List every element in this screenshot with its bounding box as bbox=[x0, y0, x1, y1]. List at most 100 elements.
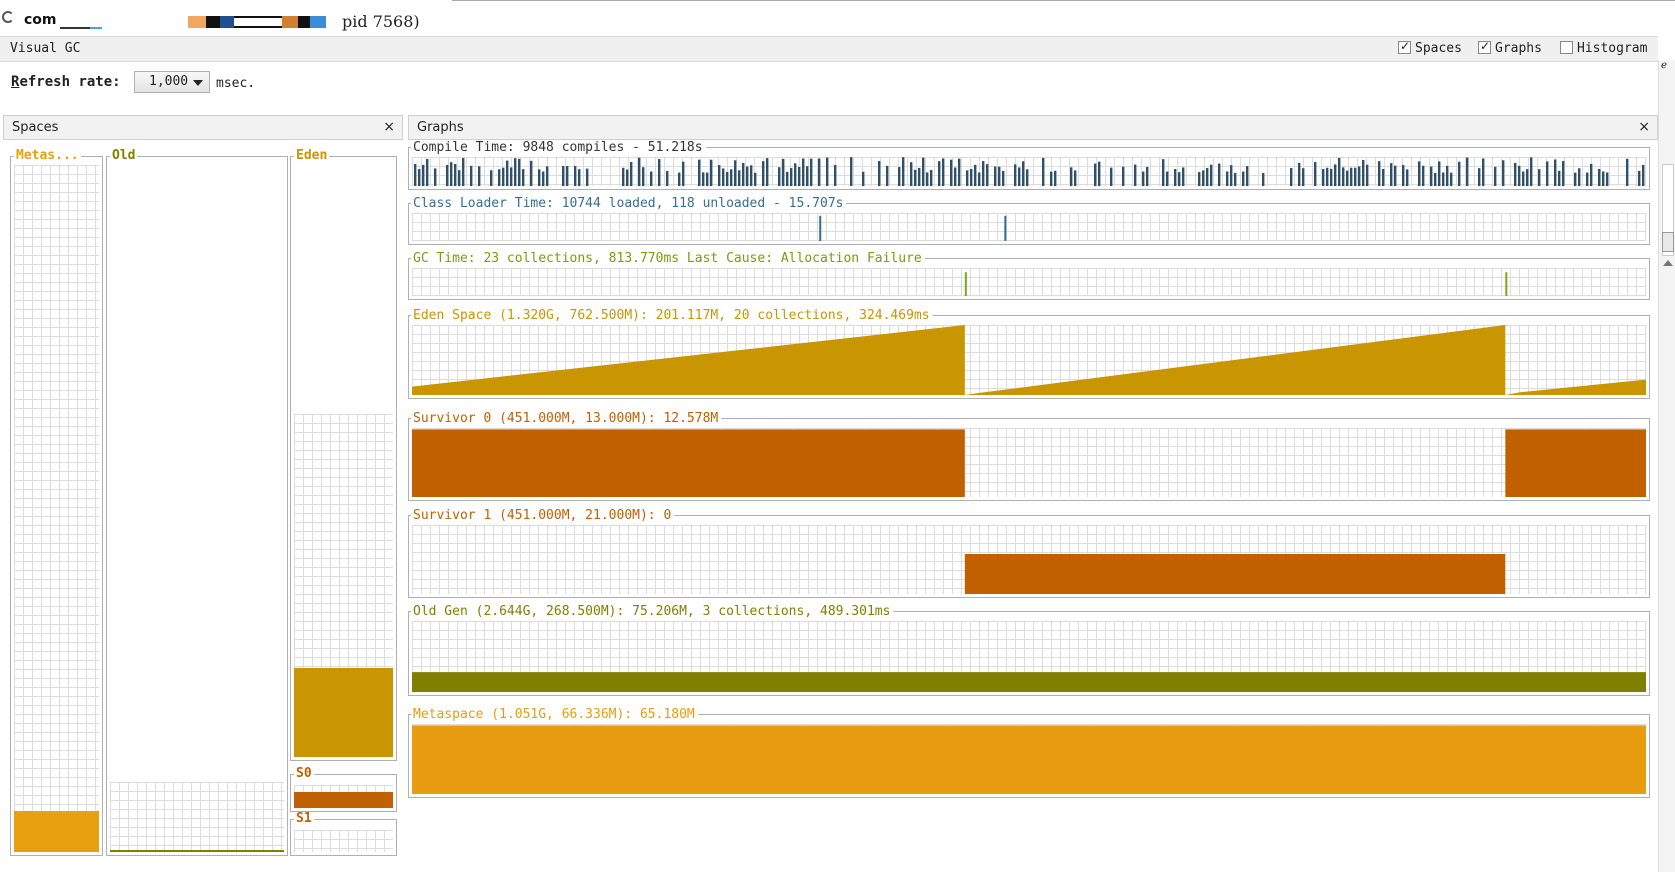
space-label: Eden bbox=[294, 148, 330, 163]
compile-spike bbox=[1134, 164, 1137, 186]
compile-spike bbox=[418, 169, 421, 186]
compile-spike bbox=[930, 170, 933, 186]
gc-spike bbox=[964, 272, 967, 296]
graphs-checkbox[interactable] bbox=[1478, 39, 1491, 54]
compile-spike bbox=[454, 164, 457, 186]
compile-spike bbox=[1022, 161, 1025, 186]
compile-spike bbox=[658, 159, 661, 186]
compile-spike bbox=[1558, 170, 1561, 186]
compile-spike bbox=[522, 169, 525, 186]
space-fill bbox=[294, 791, 393, 808]
compile-spike bbox=[1326, 167, 1329, 186]
refresh-rate-label: Refresh rate: bbox=[11, 74, 121, 90]
graph-box bbox=[408, 515, 1650, 598]
compile-spike bbox=[626, 169, 629, 186]
compile-spike bbox=[1366, 164, 1369, 186]
compile-spike bbox=[1098, 161, 1101, 186]
graph-plot bbox=[412, 725, 1646, 794]
compile-spike bbox=[1378, 161, 1381, 186]
compile-spike bbox=[498, 169, 501, 186]
compile-spike bbox=[542, 171, 545, 186]
compile-spike bbox=[1226, 171, 1229, 186]
close-graphs-panel-icon[interactable]: × bbox=[1638, 119, 1650, 135]
compile-spike bbox=[1018, 167, 1021, 186]
compile-spike bbox=[1298, 162, 1301, 186]
vertical-scrollbar[interactable]: ℯ bbox=[1658, 60, 1675, 872]
title-underline-accent bbox=[90, 27, 102, 29]
compile-spike bbox=[1638, 170, 1641, 186]
compile-spike bbox=[730, 169, 733, 186]
compile-spike bbox=[978, 172, 981, 186]
refresh-rate-value: 1,000 bbox=[149, 74, 189, 89]
compile-spike bbox=[850, 157, 853, 186]
option-spaces[interactable]: Spaces bbox=[1398, 39, 1462, 56]
metaspace-area bbox=[412, 725, 1646, 794]
spaces-checkbox[interactable] bbox=[1398, 39, 1411, 54]
compile-spike bbox=[1026, 169, 1029, 186]
compile-spike bbox=[1438, 161, 1441, 186]
compile-spike bbox=[750, 165, 753, 186]
chevron-down-icon bbox=[193, 80, 203, 86]
compile-spike bbox=[726, 171, 729, 186]
compile-spike bbox=[1242, 171, 1245, 186]
compile-spike bbox=[1050, 171, 1053, 186]
scroll-up-icon[interactable] bbox=[1663, 260, 1673, 266]
compile-spike bbox=[434, 168, 437, 186]
compile-spike bbox=[966, 170, 969, 186]
graph-grid bbox=[412, 268, 1646, 296]
compile-spike bbox=[1350, 167, 1353, 186]
space-label: Old bbox=[110, 148, 138, 163]
compile-spike bbox=[450, 162, 453, 186]
compile-spike bbox=[1478, 168, 1481, 186]
compile-spike bbox=[950, 159, 953, 186]
compile-spike bbox=[1538, 169, 1541, 186]
window-titlebar: com pid 7568) bbox=[0, 0, 1675, 36]
option-graphs[interactable]: Graphs bbox=[1478, 39, 1542, 56]
compile-spike bbox=[702, 172, 705, 186]
compile-spike bbox=[942, 158, 945, 186]
space-grid bbox=[294, 413, 393, 757]
space-metaspace bbox=[10, 156, 103, 856]
compile-spike bbox=[1642, 164, 1645, 186]
compile-spike bbox=[958, 158, 961, 186]
graph-title: Survivor 1 (451.000M, 21.000M): 0 bbox=[411, 508, 675, 523]
option-label: Spaces bbox=[1415, 41, 1462, 56]
compile-spike bbox=[798, 166, 801, 186]
graphs-panel-title: Graphs bbox=[417, 120, 464, 135]
refresh-rate-dropdown[interactable]: 1,000 bbox=[134, 71, 210, 93]
compile-spike bbox=[706, 172, 709, 186]
option-histogram[interactable]: Histogram bbox=[1560, 41, 1647, 56]
close-spaces-panel-icon[interactable]: × bbox=[383, 119, 395, 135]
graph-grid bbox=[412, 525, 1646, 594]
compile-spike bbox=[1178, 172, 1181, 186]
compile-spike bbox=[914, 169, 917, 186]
compile-spike bbox=[1434, 172, 1437, 186]
panel-toggle-icon[interactable] bbox=[1662, 232, 1674, 252]
compile-spike bbox=[998, 166, 1001, 186]
space-area bbox=[110, 165, 284, 852]
compile-spike bbox=[1598, 168, 1601, 186]
compile-spike bbox=[778, 167, 781, 186]
redacted-block bbox=[298, 16, 310, 28]
compile-spike bbox=[1338, 157, 1341, 186]
graph-plot bbox=[412, 429, 1646, 497]
compile-spike bbox=[1110, 167, 1113, 186]
compile-spike bbox=[1602, 171, 1605, 186]
histogram-checkbox[interactable] bbox=[1560, 41, 1573, 54]
graph-title: Old Gen (2.644G, 268.500M): 75.206M, 3 c… bbox=[411, 604, 894, 619]
old-gen-area bbox=[412, 672, 1646, 692]
compile-spike bbox=[1234, 172, 1237, 186]
graph-plot bbox=[964, 553, 1506, 594]
redacted-block bbox=[310, 16, 326, 28]
compile-spike bbox=[638, 157, 641, 186]
space-fill bbox=[110, 849, 284, 852]
compile-spike bbox=[1094, 163, 1097, 186]
compile-spike bbox=[490, 170, 493, 186]
survivor0-block bbox=[1505, 429, 1646, 497]
graph-grid bbox=[412, 724, 1646, 794]
graph-title: Survivor 0 (451.000M, 13.000M): 12.578M bbox=[411, 411, 722, 426]
redacted-block bbox=[234, 16, 282, 28]
compile-spike bbox=[1422, 165, 1425, 186]
compile-spike bbox=[518, 158, 521, 186]
compile-spike bbox=[986, 164, 989, 186]
